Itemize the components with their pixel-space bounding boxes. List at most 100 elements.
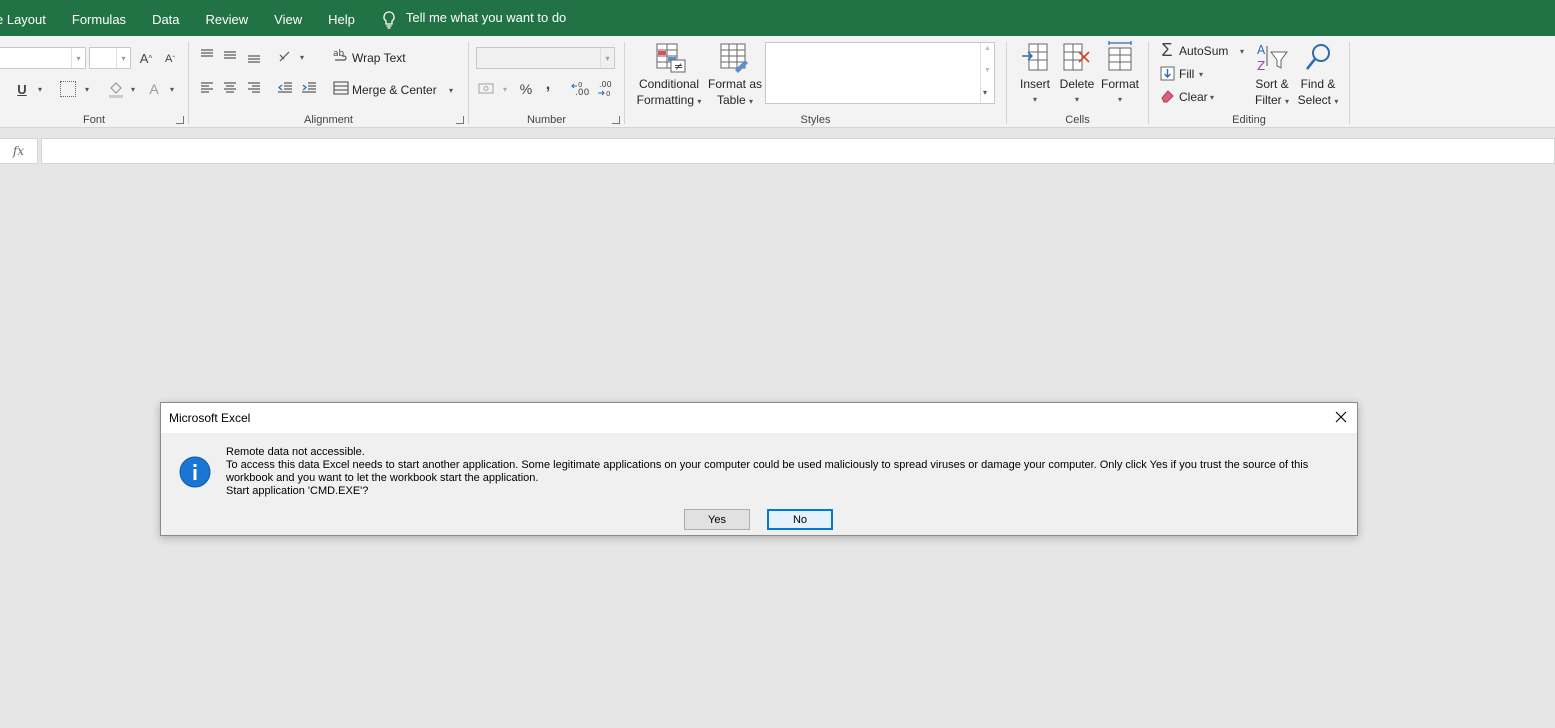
chevron-down-icon[interactable]: ▾ bbox=[1237, 46, 1247, 56]
delete-label: Delete bbox=[1059, 77, 1095, 91]
fx-icon: fx bbox=[12, 144, 25, 158]
ribbon-tab-bar: e Layout Formulas Data Review View Help … bbox=[0, 0, 1555, 36]
svg-text:ab: ab bbox=[333, 49, 345, 59]
chevron-down-icon[interactable]: ▾ bbox=[35, 84, 45, 94]
format-button[interactable]: Format ▾ bbox=[1099, 40, 1141, 112]
merge-center-label[interactable]: Merge & Center bbox=[352, 83, 437, 97]
bottom-align-icon[interactable] bbox=[246, 48, 262, 64]
wrap-text-icon[interactable]: ab bbox=[333, 48, 349, 64]
tell-me-box[interactable]: Tell me what you want to do bbox=[382, 0, 566, 36]
increase-decimal-icon[interactable]: .000 bbox=[570, 80, 590, 98]
chevron-down-icon[interactable]: ▾ bbox=[82, 84, 92, 94]
font-color-icon[interactable]: A bbox=[146, 80, 162, 98]
eraser-icon[interactable] bbox=[1160, 89, 1175, 103]
format-cells-icon bbox=[1108, 41, 1132, 71]
number-format-dropdown[interactable]: ▾ bbox=[476, 47, 615, 69]
tab-page-layout[interactable]: e Layout bbox=[0, 0, 59, 36]
message-line-2: To access this data Excel needs to start… bbox=[226, 459, 1309, 484]
align-center-icon[interactable] bbox=[222, 81, 238, 95]
underline-label: U bbox=[17, 81, 27, 97]
yes-button[interactable]: Yes bbox=[684, 509, 750, 530]
insert-label: Insert bbox=[1019, 77, 1050, 91]
close-icon[interactable] bbox=[1333, 409, 1349, 425]
font-group: ▾ ▾ A ^ Aˇ U ▾ ▾ ▾ A ▾ Font bbox=[0, 36, 188, 128]
gallery-scroll-down-icon[interactable]: ▼ bbox=[984, 67, 991, 74]
chevron-down-icon[interactable]: ▾ bbox=[128, 84, 138, 94]
lightbulb-icon bbox=[383, 11, 395, 29]
chevron-down-icon[interactable]: ▾ bbox=[1196, 69, 1206, 79]
decrease-indent-icon[interactable] bbox=[277, 81, 293, 95]
tab-view[interactable]: View bbox=[261, 0, 315, 36]
fill-label[interactable]: Fill bbox=[1179, 67, 1194, 81]
alignment-group: ▾ ab Wrap Text Merge & Center ▾ Alignmen… bbox=[189, 36, 468, 128]
chevron-down-icon[interactable]: ▾ bbox=[297, 52, 307, 62]
alignment-group-label: Alignment bbox=[304, 114, 353, 126]
chevron-down-icon: ▾ bbox=[1285, 97, 1290, 106]
insert-cells-icon bbox=[1022, 43, 1048, 71]
cell-styles-gallery[interactable]: ▲ ▼ ▾ bbox=[765, 42, 995, 104]
wrap-text-label[interactable]: Wrap Text bbox=[352, 51, 406, 65]
number-group-label: Number bbox=[526, 114, 567, 126]
align-right-icon[interactable] bbox=[246, 81, 262, 95]
conditional-formatting-button[interactable]: ≠ Conditional Formatting ▾ bbox=[633, 40, 705, 112]
svg-text:A: A bbox=[1257, 43, 1266, 57]
dialog-title-bar: Microsoft Excel bbox=[161, 403, 1357, 433]
clear-label[interactable]: Clear bbox=[1179, 90, 1208, 104]
tab-formulas[interactable]: Formulas bbox=[59, 0, 139, 36]
tab-review[interactable]: Review bbox=[193, 0, 262, 36]
comma-icon[interactable]: , bbox=[542, 76, 554, 94]
font-name-dropdown[interactable]: ▾ bbox=[0, 47, 86, 69]
orientation-icon[interactable] bbox=[277, 49, 293, 65]
insert-function-button[interactable]: fx bbox=[0, 138, 38, 164]
font-size-dropdown[interactable]: ▾ bbox=[89, 47, 131, 69]
tab-data[interactable]: Data bbox=[139, 0, 192, 36]
top-align-icon[interactable] bbox=[199, 48, 215, 62]
svg-text:Z: Z bbox=[1257, 59, 1265, 73]
font-color-label: A bbox=[149, 81, 159, 97]
gallery-scroll-up-icon[interactable]: ▲ bbox=[984, 45, 991, 52]
sort-filter-label-1: Sort & bbox=[1255, 77, 1289, 91]
format-as-table-label-1: Format as bbox=[707, 77, 762, 91]
percent-icon[interactable]: % bbox=[518, 80, 534, 98]
svg-text:.00: .00 bbox=[599, 80, 612, 89]
fill-down-icon[interactable] bbox=[1160, 66, 1175, 81]
format-as-table-label-2: Table bbox=[716, 93, 746, 107]
decrease-font-icon[interactable]: Aˇ bbox=[161, 50, 179, 68]
fill-color-icon[interactable] bbox=[107, 80, 125, 98]
delete-button[interactable]: Delete ▾ bbox=[1057, 40, 1097, 112]
group-separator bbox=[1349, 42, 1350, 124]
chevron-down-icon[interactable]: ▾ bbox=[500, 84, 510, 94]
chevron-down-icon[interactable]: ▾ bbox=[446, 85, 456, 95]
svg-text:≠: ≠ bbox=[674, 60, 683, 73]
borders-icon[interactable] bbox=[60, 81, 76, 97]
middle-align-icon[interactable] bbox=[222, 48, 238, 62]
no-button[interactable]: No bbox=[767, 509, 833, 530]
tell-me-label: Tell me what you want to do bbox=[405, 10, 567, 25]
chevron-down-icon[interactable]: ▾ bbox=[1207, 92, 1217, 102]
chevron-down-icon: ▾ bbox=[116, 48, 130, 68]
autosum-label[interactable]: AutoSum bbox=[1179, 44, 1228, 58]
merge-center-icon[interactable] bbox=[333, 81, 349, 95]
dialog-launcher-icon[interactable] bbox=[456, 116, 464, 124]
styles-group: ≠ Conditional Formatting ▾ Format as Table… bbox=[625, 36, 1006, 128]
percent-label: % bbox=[519, 81, 533, 97]
insert-button[interactable]: Insert ▾ bbox=[1015, 40, 1055, 112]
sort-filter-button[interactable]: AZ Sort & Filter ▾ bbox=[1249, 40, 1295, 112]
decrease-font-label: A bbox=[164, 53, 173, 65]
increase-font-icon[interactable]: A ^ bbox=[137, 49, 155, 67]
dialog-launcher-icon[interactable] bbox=[176, 116, 184, 124]
tab-help[interactable]: Help bbox=[315, 0, 368, 36]
find-select-button[interactable]: Find & Select ▾ bbox=[1295, 40, 1341, 112]
align-left-icon[interactable] bbox=[199, 81, 215, 95]
underline-icon[interactable]: U bbox=[14, 80, 30, 98]
currency-icon[interactable] bbox=[478, 81, 496, 97]
formula-input[interactable] bbox=[41, 138, 1555, 164]
gallery-more-icon[interactable]: ▾ bbox=[983, 88, 987, 97]
format-as-table-button[interactable]: Format as Table ▾ bbox=[705, 40, 765, 112]
autosum-icon[interactable]: Σ bbox=[1159, 40, 1175, 60]
dialog-launcher-icon[interactable] bbox=[612, 116, 620, 124]
info-icon bbox=[179, 456, 211, 488]
chevron-down-icon[interactable]: ▾ bbox=[167, 84, 177, 94]
increase-indent-icon[interactable] bbox=[301, 81, 317, 95]
decrease-decimal-icon[interactable]: .000 bbox=[595, 80, 615, 98]
